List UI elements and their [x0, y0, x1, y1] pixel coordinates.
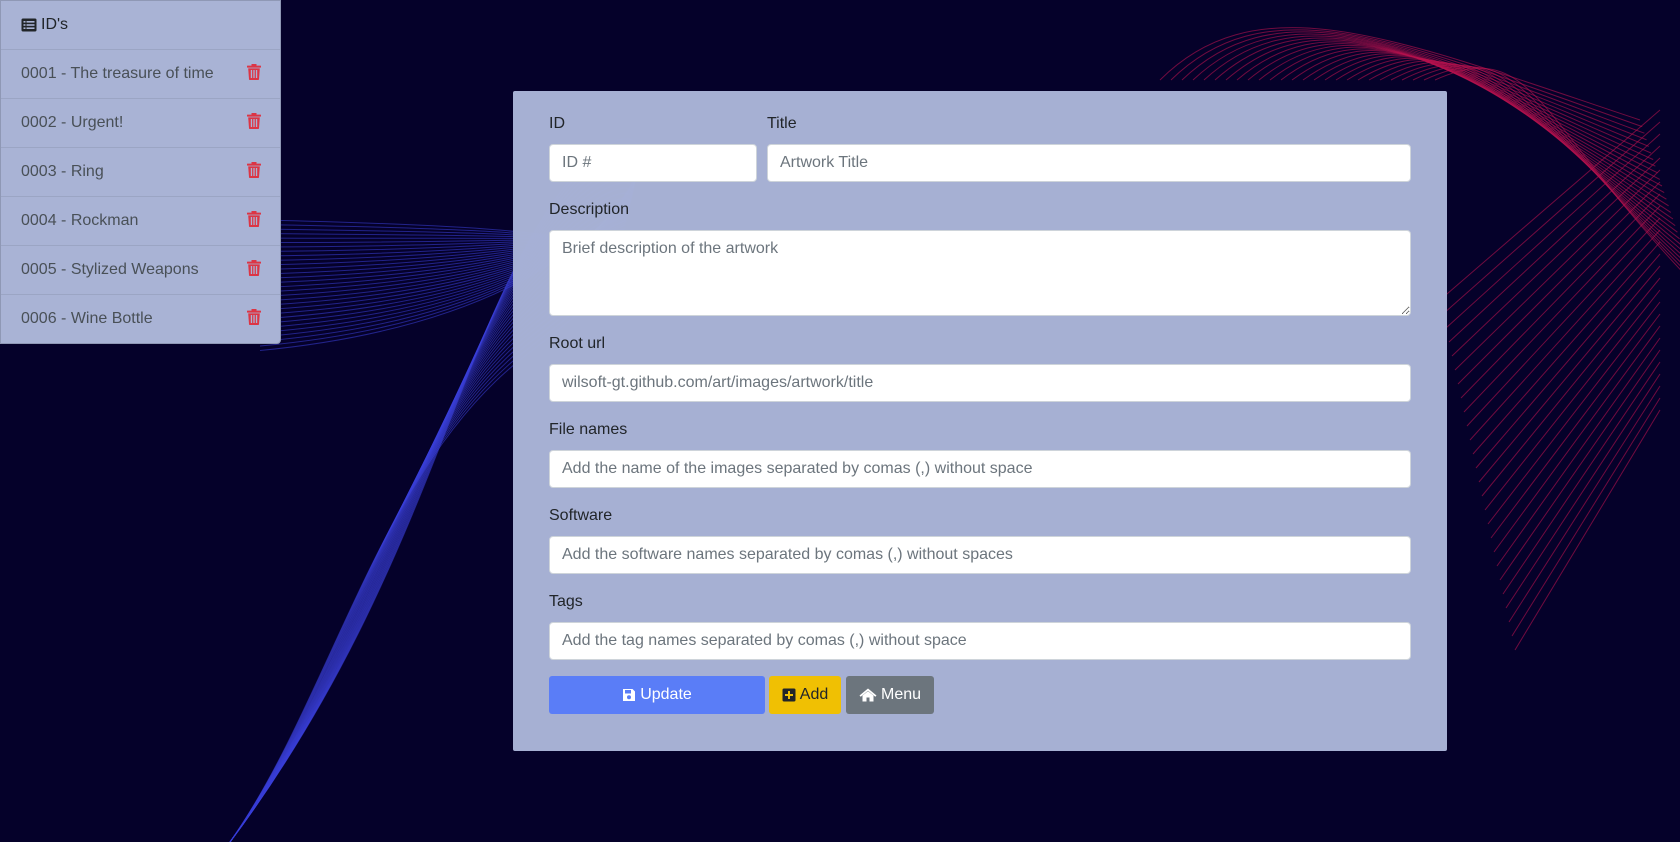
- save-icon: [622, 688, 636, 702]
- wave-line: [1505, 373, 1661, 609]
- id-input[interactable]: [549, 144, 757, 182]
- root-url-input[interactable]: [549, 364, 1411, 402]
- description-textarea[interactable]: [549, 230, 1411, 316]
- sidebar-header: ID's: [1, 1, 280, 50]
- trash-icon[interactable]: [247, 211, 261, 227]
- sidebar-item-label: 0005 - Stylized Weapons: [21, 261, 199, 278]
- trash-icon[interactable]: [247, 64, 261, 80]
- wave-line: [1496, 337, 1661, 567]
- trash-icon[interactable]: [247, 309, 261, 325]
- sidebar-item[interactable]: 0004 - Rockman: [1, 197, 280, 246]
- wave-line: [1508, 385, 1661, 623]
- sidebar-item-label: 0002 - Urgent!: [21, 114, 124, 131]
- tags-input[interactable]: [549, 622, 1411, 660]
- sidebar-title: ID's: [41, 16, 69, 33]
- wave-line: [1493, 325, 1661, 553]
- id-list-sidebar: ID's 0001 - The treasure of time 0002 - U…: [0, 0, 281, 344]
- wave-line: [1439, 109, 1661, 301]
- plus-square-icon: [782, 688, 796, 702]
- wave-line: [1448, 145, 1661, 343]
- add-button-label: Add: [799, 686, 829, 703]
- sidebar-item[interactable]: 0001 - The treasure of time: [1, 50, 280, 99]
- root-url-label: Root url: [549, 335, 606, 352]
- list-icon: [21, 18, 37, 32]
- sidebar-item[interactable]: 0002 - Urgent!: [1, 99, 280, 148]
- wave-line: [1442, 121, 1661, 315]
- trash-icon[interactable]: [247, 162, 261, 178]
- wave-line: [1499, 349, 1661, 581]
- title-input[interactable]: [767, 144, 1411, 182]
- software-label: Software: [549, 507, 613, 524]
- update-button[interactable]: Update: [549, 676, 765, 714]
- tags-label: Tags: [549, 593, 583, 610]
- title-label: Title: [767, 115, 797, 132]
- wave-line: [1469, 229, 1661, 441]
- wave-line: [1502, 361, 1661, 595]
- description-label: Description: [549, 201, 630, 218]
- sidebar-item-label: 0001 - The treasure of time: [21, 65, 214, 82]
- sidebar-item-label: 0003 - Ring: [21, 163, 104, 180]
- home-icon: [859, 688, 877, 702]
- id-label: ID: [549, 115, 565, 132]
- update-button-label: Update: [640, 686, 692, 703]
- trash-icon[interactable]: [247, 113, 261, 129]
- wave-line: [1454, 169, 1661, 371]
- trash-icon[interactable]: [247, 260, 261, 276]
- sidebar-item-label: 0004 - Rockman: [21, 212, 139, 229]
- sidebar-item-label: 0006 - Wine Bottle: [21, 310, 153, 327]
- file-names-label: File names: [549, 421, 628, 438]
- sidebar-item[interactable]: 0003 - Ring: [1, 148, 280, 197]
- file-names-input[interactable]: [549, 450, 1411, 488]
- menu-button-label: Menu: [880, 686, 922, 703]
- add-button[interactable]: Add: [769, 676, 841, 714]
- menu-button[interactable]: Menu: [846, 676, 934, 714]
- sidebar-item[interactable]: 0005 - Stylized Weapons: [1, 246, 280, 295]
- sidebar-item[interactable]: 0006 - Wine Bottle: [1, 295, 280, 343]
- wave-line: [1511, 397, 1661, 637]
- software-input[interactable]: [549, 536, 1411, 574]
- wave-line: [1514, 409, 1661, 651]
- artwork-form: ID Title Description Root url File names…: [513, 91, 1447, 751]
